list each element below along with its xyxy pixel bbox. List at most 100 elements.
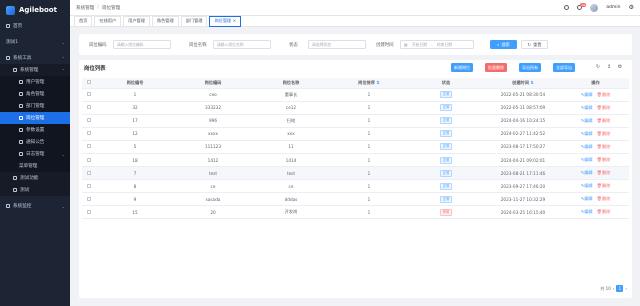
tab-dept-management[interactable]: 部门管理 [180, 15, 208, 27]
column-header-sortable[interactable]: 创建时间 ⇅ [484, 78, 562, 89]
delete-button[interactable]: 🗑删除 [597, 196, 611, 201]
cell-actions: ✎编辑 🗑删除 [562, 153, 629, 168]
edit-button[interactable]: ✎编辑 [581, 144, 593, 149]
sidebar-item-log-management[interactable]: 日志管理 ⌄ [0, 148, 70, 160]
tab-role-management[interactable]: 角色管理 [151, 15, 179, 27]
sidebar-item-dept-management[interactable]: 部门管理 [0, 100, 70, 112]
sort-icon[interactable]: ⇅ [376, 80, 380, 85]
edit-button[interactable]: ✎编辑 [581, 196, 593, 201]
close-icon[interactable]: × [233, 18, 237, 23]
row-checkbox[interactable] [82, 140, 96, 154]
density-icon[interactable]: ↕ [606, 64, 612, 70]
sidebar-item-system-tools[interactable]: 系统工具 ⌃ [0, 52, 70, 64]
table-row[interactable]: 5 111123 11 1 正常 2023-08-17 17:50:27 ✎编辑 🗑删除 [82, 140, 629, 154]
row-checkbox[interactable] [82, 179, 96, 194]
edit-button[interactable]: ✎编辑 [581, 131, 593, 136]
add-post-button[interactable]: 新增岗位 [451, 63, 473, 72]
export-all-button[interactable]: 导出所有 [519, 63, 541, 72]
next-page-icon[interactable]: › [625, 286, 627, 291]
bell-icon[interactable]: 19 [577, 3, 587, 10]
breadcrumb-item[interactable]: 系统管理 [76, 5, 94, 11]
sidebar-item-test1[interactable]: 测试1 ⌄ [0, 36, 70, 48]
sidebar-item-system-management[interactable]: 系统管理 ⌃ [0, 64, 70, 76]
sidebar-item-home[interactable]: 首页 [0, 20, 70, 32]
delete-button[interactable]: 🗑删除 [597, 170, 611, 175]
table-row[interactable]: 32 333232 ce12 1 正常 2022-05-11 08:57:09 ✎编辑 🗑删除 [82, 101, 629, 115]
tab-post-management[interactable]: 岗位管理 × [209, 15, 242, 27]
tab-user-management[interactable]: 用户管理 [123, 15, 150, 27]
status-select[interactable]: 请选择状态 [308, 40, 366, 49]
sidebar-item-post-management[interactable]: 岗位管理 [0, 112, 70, 124]
sidebar-item-monitor[interactable]: 系统监控 ⌄ [0, 200, 70, 212]
delete-button[interactable]: 🗑删除 [597, 157, 611, 162]
prev-page-icon[interactable]: ‹ [613, 286, 615, 291]
edit-button[interactable]: ✎编辑 [581, 92, 593, 97]
delete-button[interactable]: 🗑删除 [597, 105, 611, 110]
table-row[interactable]: 18 1412 1414 1 正常 2024-04-21 09:02:01 ✎编辑 🗑删除 [82, 153, 629, 168]
row-checkbox[interactable] [82, 192, 96, 207]
sidebar-item-user-management[interactable]: 用户管理 [0, 76, 70, 88]
row-checkbox[interactable] [82, 101, 96, 115]
tab-online-users[interactable]: 在线用户 [94, 15, 122, 27]
column-header-sortable[interactable]: 岗位排序 ⇅ [330, 78, 408, 89]
row-checkbox[interactable] [82, 127, 96, 141]
sort-icon[interactable]: ⇅ [530, 80, 534, 85]
delete-button[interactable]: 🗑删除 [597, 92, 611, 97]
post-name-input[interactable]: 请输入岗位名称 [213, 40, 271, 49]
sidebar-item-test[interactable]: 测试 [0, 184, 70, 196]
table-row[interactable]: 17 996 扫地 1 正常 2024-04-16 10:24:15 ✎编辑 🗑删除 [82, 114, 629, 128]
edit-button[interactable]: ✎编辑 [581, 170, 593, 175]
edit-button[interactable]: ✎编辑 [581, 157, 593, 162]
column-settings-icon[interactable]: ⚙ [617, 64, 623, 70]
sidebar-item-notice[interactable]: 通知公告 [0, 136, 70, 148]
batch-delete-button[interactable]: 批量删除 [485, 63, 507, 72]
table-row[interactable]: 8 ce ce 1 正常 2023-09-27 17:46:20 ✎编辑 🗑删除 [82, 179, 629, 194]
cell-post-id: 18 [96, 153, 174, 168]
date-range-picker[interactable]: ▦ 开始日期 - 结束日期 [400, 40, 474, 49]
sidebar-item-param-settings[interactable]: 参数设置 [0, 124, 70, 136]
avatar[interactable] [590, 3, 599, 12]
row-checkbox[interactable] [82, 153, 96, 168]
sidebar-item-test-function[interactable]: 测试功能 [0, 172, 70, 184]
post-code-input[interactable]: 请输入岗位编码 [113, 40, 171, 49]
user-name[interactable]: admin [606, 5, 620, 10]
page-number-current[interactable]: 1 [616, 285, 624, 292]
export-page-button[interactable]: 全部导出 [553, 63, 575, 72]
cell-post-id: 7 [96, 166, 174, 181]
table-row[interactable]: 1 ceo 董事长 1 正常 2022-05-21 08:30:54 ✎编辑 🗑删除 [82, 88, 629, 102]
row-checkbox[interactable] [82, 205, 96, 220]
end-date-input[interactable]: 结束日期 [437, 42, 452, 47]
edit-button[interactable]: ✎编辑 [581, 183, 593, 188]
sidebar-item-role-management[interactable]: 角色管理 [0, 88, 70, 100]
search-icon[interactable] [564, 5, 570, 10]
cell-actions: ✎编辑 🗑删除 [562, 192, 629, 207]
app-logo[interactable]: Agileboot [0, 0, 70, 20]
reset-button[interactable]: ↻ 重置 [521, 40, 548, 49]
table-row[interactable]: 15 20 开发岗 1 停用 2024-03-25 16:15:40 ✎编辑 🗑删除 [82, 205, 629, 220]
search-button[interactable]: ⌕ 搜索 [490, 40, 517, 49]
sidebar-item-menu-management[interactable]: 菜单管理 [0, 160, 70, 172]
table-row[interactable]: 12 xxxx xxx 1 正常 2024-02-27 11:42:52 ✎编辑 🗑删除 [82, 127, 629, 141]
refresh-icon[interactable]: ↻ [595, 64, 601, 70]
settings-icon[interactable]: ⚙ [629, 4, 634, 11]
delete-button[interactable]: 🗑删除 [597, 209, 611, 214]
row-checkbox[interactable] [82, 166, 96, 181]
edit-button[interactable]: ✎编辑 [581, 209, 593, 214]
edit-button[interactable]: ✎编辑 [581, 105, 593, 110]
start-date-input[interactable]: 开始日期 [412, 42, 427, 47]
table-row[interactable]: 7 test test 1 正常 2023-08-21 17:11:46 ✎编辑 🗑删除 [82, 166, 629, 181]
table-row[interactable]: 9 sasada dddas 1 正常 2023-11-27 10:32:29 ✎编辑 🗑删除 [82, 192, 629, 207]
delete-button[interactable]: 🗑删除 [597, 131, 611, 136]
notification-badge: 19 [580, 3, 587, 7]
row-checkbox[interactable] [82, 114, 96, 128]
row-checkbox[interactable] [82, 88, 96, 102]
tab-home[interactable]: 首页 [74, 15, 93, 27]
delete-button[interactable]: 🗑删除 [597, 183, 611, 188]
cell-create-time: 2024-04-21 09:02:01 [484, 153, 562, 168]
select-all-checkbox[interactable] [82, 78, 96, 89]
cell-actions: ✎编辑 🗑删除 [562, 127, 629, 141]
delete-button[interactable]: 🗑删除 [597, 144, 611, 149]
refresh-icon: ↻ [527, 42, 532, 47]
delete-button[interactable]: 🗑删除 [597, 118, 611, 123]
edit-button[interactable]: ✎编辑 [581, 118, 593, 123]
